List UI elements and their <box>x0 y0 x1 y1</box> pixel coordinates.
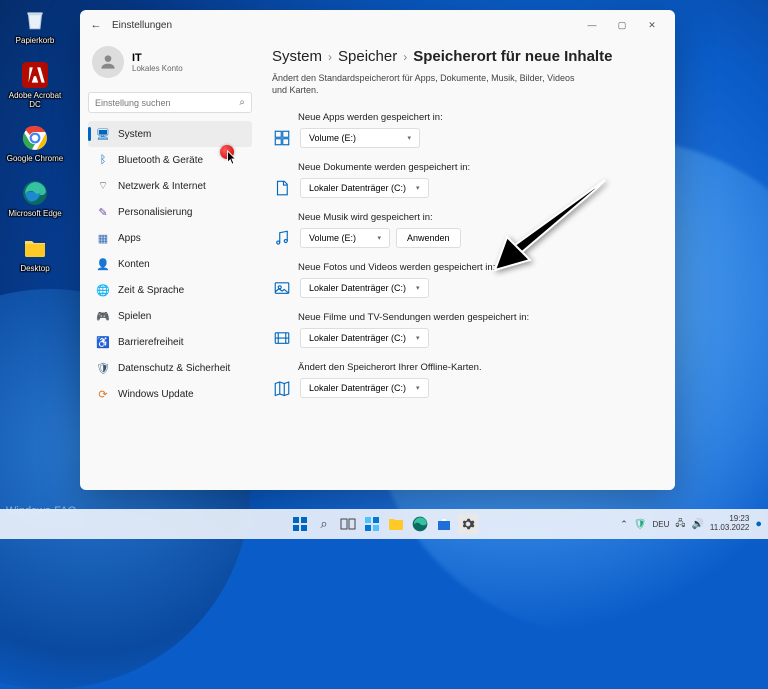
bluetooth-icon: ᛒ <box>96 153 110 167</box>
nav-network[interactable]: ⌔Netzwerk & Internet <box>88 173 252 199</box>
search-icon: ⌕ <box>239 97 245 108</box>
language-indicator[interactable]: DEU <box>653 520 670 529</box>
close-button[interactable]: ✕ <box>637 10 667 40</box>
chevron-down-icon: ▾ <box>377 234 381 242</box>
setting-documents: Neue Dokumente werden gespeichert in: Lo… <box>272 162 655 198</box>
breadcrumb-system[interactable]: System <box>272 48 322 65</box>
music-save-icon <box>272 228 292 248</box>
search-box[interactable]: ⌕ <box>88 92 252 113</box>
movies-save-icon <box>272 328 292 348</box>
setting-photos: Neue Fotos und Videos werden gespeichert… <box>272 262 655 298</box>
setting-movies: Neue Filme und TV-Sendungen werden gespe… <box>272 312 655 348</box>
account-block[interactable]: IT Lokales Konto <box>88 40 252 88</box>
window-titlebar[interactable]: ← Einstellungen — ▢ ✕ <box>80 10 675 40</box>
page-subtitle: Ändert den Standardspeicherort für Apps,… <box>272 73 592 96</box>
minimize-button[interactable]: — <box>577 10 607 40</box>
widgets-icon[interactable] <box>362 514 382 534</box>
desktop-icon-folder[interactable]: Desktop <box>5 233 65 274</box>
nav-time[interactable]: 🌐Zeit & Sprache <box>88 277 252 303</box>
photos-location-dropdown[interactable]: Lokaler Datenträger (C:)▾ <box>300 278 429 298</box>
maps-save-icon <box>272 378 292 398</box>
nav-update[interactable]: ⟳Windows Update <box>88 381 252 407</box>
breadcrumb-current: Speicherort für neue Inhalte <box>413 48 612 65</box>
brush-icon: ✎ <box>96 205 110 219</box>
search-input[interactable] <box>95 98 239 108</box>
gaming-icon: 🎮 <box>96 309 110 323</box>
update-icon: ⟳ <box>96 387 110 401</box>
setting-music: Neue Musik wird gespeichert in: Volume (… <box>272 212 655 248</box>
breadcrumb-storage[interactable]: Speicher <box>338 48 397 65</box>
chevron-down-icon: ▾ <box>416 284 420 292</box>
nav-accounts[interactable]: 👤Konten <box>88 251 252 277</box>
apply-button[interactable]: Anwenden <box>396 228 461 248</box>
edge-icon <box>20 178 50 208</box>
chrome-icon <box>20 123 50 153</box>
taskbar-search-icon[interactable]: ⌕ <box>314 514 334 534</box>
photos-save-icon <box>272 278 292 298</box>
apps-save-icon <box>272 128 292 148</box>
nav-personalization[interactable]: ✎Personalisierung <box>88 199 252 225</box>
nav-accessibility[interactable]: ♿Barrierefreiheit <box>88 329 252 355</box>
clock[interactable]: 19:23 11.03.2022 <box>710 515 749 533</box>
desktop-icon-chrome[interactable]: Google Chrome <box>5 123 65 164</box>
documents-save-icon <box>272 178 292 198</box>
desktop-icon-edge[interactable]: Microsoft Edge <box>5 178 65 219</box>
clock-icon: 🌐 <box>96 283 110 297</box>
tray-chevron-icon[interactable]: ⌃ <box>620 519 628 530</box>
chevron-right-icon: › <box>403 50 407 64</box>
wifi-icon: ⌔ <box>96 179 110 193</box>
explorer-icon[interactable] <box>386 514 406 534</box>
nav-system[interactable]: 🖥System <box>88 121 252 147</box>
window-title: Einstellungen <box>112 20 172 31</box>
documents-location-dropdown[interactable]: Lokaler Datenträger (C:)▾ <box>300 178 429 198</box>
store-icon[interactable] <box>434 514 454 534</box>
maximize-button[interactable]: ▢ <box>607 10 637 40</box>
breadcrumb: System › Speicher › Speicherort für neue… <box>272 48 655 65</box>
notifications-icon[interactable]: ● <box>755 518 762 530</box>
chevron-down-icon: ▾ <box>416 334 420 342</box>
shield-icon: 🛡 <box>96 361 110 375</box>
chevron-down-icon: ▾ <box>407 134 411 142</box>
account-type: Lokales Konto <box>132 64 183 73</box>
accounts-icon: 👤 <box>96 257 110 271</box>
apps-icon: ▦ <box>96 231 110 245</box>
nav-gaming[interactable]: 🎮Spielen <box>88 303 252 329</box>
main-content: System › Speicher › Speicherort für neue… <box>260 40 675 490</box>
adobe-icon <box>20 60 50 90</box>
chevron-down-icon: ▾ <box>416 184 420 192</box>
folder-icon <box>20 233 50 263</box>
taskbar-center: ⌕ <box>290 514 478 534</box>
taskbar[interactable]: ⌕ ⌃ 🛡 DEU 🖧 🔊 19:23 11.03.2022 ● <box>0 509 768 539</box>
setting-maps: Ändert den Speicherort Ihrer Offline-Kar… <box>272 362 655 398</box>
back-button[interactable]: ← <box>88 19 104 31</box>
system-icon: 🖥 <box>96 127 110 141</box>
setting-apps: Neue Apps werden gespeichert in: Volume … <box>272 112 655 148</box>
edge-taskbar-icon[interactable] <box>410 514 430 534</box>
music-location-dropdown[interactable]: Volume (E:)▾ <box>300 228 390 248</box>
settings-window: ← Einstellungen — ▢ ✕ IT Lokales Konto ⌕… <box>80 10 675 490</box>
apps-location-dropdown[interactable]: Volume (E:)▾ <box>300 128 420 148</box>
accessibility-icon: ♿ <box>96 335 110 349</box>
chevron-right-icon: › <box>328 50 332 64</box>
nav-privacy[interactable]: 🛡Datenschutz & Sicherheit <box>88 355 252 381</box>
movies-location-dropdown[interactable]: Lokaler Datenträger (C:)▾ <box>300 328 429 348</box>
avatar-icon <box>92 46 124 78</box>
account-name: IT <box>132 52 183 64</box>
mouse-cursor <box>226 150 238 166</box>
desktop-icons: Papierkorb Adobe Acrobat DC Google Chrom… <box>5 5 65 288</box>
task-view-icon[interactable] <box>338 514 358 534</box>
volume-icon[interactable]: 🔊 <box>691 519 703 530</box>
maps-location-dropdown[interactable]: Lokaler Datenträger (C:)▾ <box>300 378 429 398</box>
chevron-down-icon: ▾ <box>416 384 420 392</box>
nav-apps[interactable]: ▦Apps <box>88 225 252 251</box>
desktop-icon-adobe[interactable]: Adobe Acrobat DC <box>5 60 65 110</box>
desktop-icon-recycle-bin[interactable]: Papierkorb <box>5 5 65 46</box>
start-button[interactable] <box>290 514 310 534</box>
system-tray: ⌃ 🛡 DEU 🖧 🔊 19:23 11.03.2022 ● <box>620 515 762 533</box>
network-icon[interactable]: 🖧 <box>675 516 685 532</box>
settings-taskbar-icon[interactable] <box>458 514 478 534</box>
sidebar: IT Lokales Konto ⌕ 🖥System ᛒBluetooth & … <box>80 40 260 490</box>
tray-security-icon[interactable]: 🛡 <box>634 519 647 530</box>
recycle-bin-icon <box>20 5 50 35</box>
